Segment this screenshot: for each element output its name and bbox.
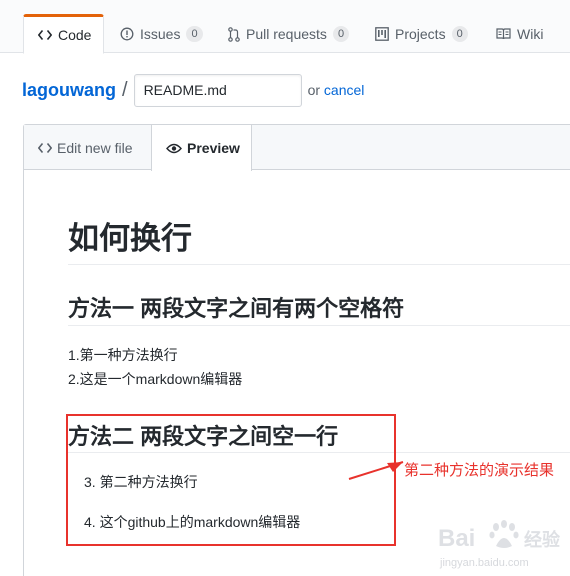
book-icon <box>496 28 511 40</box>
annotation-arrow-icon <box>348 461 404 480</box>
tab-label: Edit new file <box>57 139 133 156</box>
tab-label: Pull requests <box>246 26 327 42</box>
tab-label: Projects <box>395 26 446 42</box>
eye-icon <box>166 143 182 154</box>
tab-projects[interactable]: Projects 0 <box>361 14 482 54</box>
cancel-link[interactable]: cancel <box>324 82 364 98</box>
heading-rule <box>68 264 570 265</box>
tab-edit-new-file[interactable]: Edit new file <box>24 125 146 170</box>
annotation-note: 第二种方法的演示结果 <box>404 462 555 479</box>
breadcrumb: lagouwang / or cancel <box>22 73 365 107</box>
repo-link[interactable]: lagouwang <box>22 80 116 101</box>
project-icon <box>375 27 389 41</box>
editor-tabs: Edit new file Preview <box>24 125 570 171</box>
tab-label: Issues <box>140 26 181 42</box>
baidu-logo-icon: Bai 经验 jingyan.baidu.com <box>438 520 561 569</box>
git-pull-request-icon <box>228 26 240 42</box>
preview-heading-method-1: 方法一 两段文字之间有两个空格符 <box>68 296 405 321</box>
breadcrumb-separator: / <box>122 78 128 101</box>
tab-wiki[interactable]: Wiki <box>482 14 557 54</box>
preview-heading-1: 如何换行 <box>68 221 192 256</box>
tab-code[interactable]: Code <box>23 14 104 54</box>
repo-nav: Code Issues 0 Pull requests 0 Projects 0… <box>0 0 570 54</box>
preview-line-1: 1.第一种方法换行 <box>68 347 178 363</box>
code-icon <box>38 29 52 41</box>
or-text: or <box>307 82 321 98</box>
preview-line-2: 2.这是一个markdown编辑器 <box>68 371 243 387</box>
projects-counter: 0 <box>451 26 468 42</box>
filename-input[interactable] <box>133 73 302 107</box>
tab-label: Code <box>58 27 92 43</box>
watermark-url: jingyan.baidu.com <box>439 557 529 569</box>
tab-label: Wiki <box>517 26 544 42</box>
code-icon <box>38 142 52 154</box>
or-cancel: or cancel <box>308 82 365 98</box>
issue-opened-icon <box>120 27 134 41</box>
baidu-jingyan-watermark: Bai 经验 jingyan.baidu.com <box>436 516 568 576</box>
watermark-brand: Bai <box>438 525 475 552</box>
tab-label: Preview <box>187 140 240 156</box>
tab-pull-requests[interactable]: Pull requests 0 <box>214 14 363 54</box>
issues-counter: 0 <box>186 26 203 42</box>
watermark-cn: 经验 <box>524 529 561 551</box>
tab-issues[interactable]: Issues 0 <box>106 14 217 54</box>
pull-requests-counter: 0 <box>332 26 350 42</box>
tab-preview[interactable]: Preview <box>151 125 252 171</box>
heading-rule <box>68 325 570 326</box>
